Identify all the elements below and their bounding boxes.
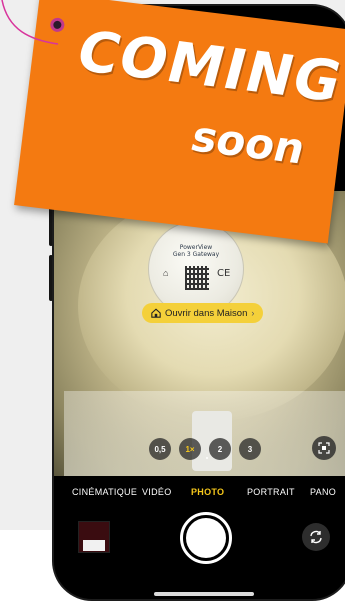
zoom-2-button[interactable]: 2 [209,438,231,460]
banner-line-2: soon [186,111,311,174]
mode-video[interactable]: VIDÉO [142,487,172,497]
mode-photo[interactable]: PHOTO [191,487,224,497]
chevron-right-icon: › [251,308,255,318]
last-photo-thumbnail[interactable] [78,521,110,553]
mode-pano[interactable]: PANO [310,487,336,497]
text-scan-icon [318,442,330,454]
mode-portrait[interactable]: PORTRAIT [247,487,295,497]
zoom-selector: 0,5 1× 2 3 [149,438,261,460]
camera-flip-button[interactable] [302,523,330,551]
shutter-inner [186,518,226,558]
banner-line-1: COMING [69,19,345,116]
camera-flip-icon [310,530,322,544]
zoom-1x-button[interactable]: 1× [179,438,201,460]
device-title: PowerView Gen 3 Gateway [172,244,220,258]
home-indicator[interactable] [154,592,254,596]
mode-cinematic[interactable]: CINÉMATIQUE [72,487,137,497]
zoom-indicator-dot [206,457,208,459]
qr-code [185,266,209,290]
mode-selector: CINÉMATIQUE VIDÉO PHOTO PORTRAIT PANO [54,487,345,501]
home-icon [151,308,161,318]
shutter-button[interactable] [180,512,232,564]
camera-controls: CINÉMATIQUE VIDÉO PHOTO PORTRAIT PANO [54,476,345,599]
zoom-0-5-button[interactable]: 0,5 [149,438,171,460]
weee-bin-icon: ⌂ [163,268,169,278]
zoom-3-button[interactable]: 3 [239,438,261,460]
open-in-home-button[interactable]: Ouvrir dans Maison › [142,303,264,323]
text-scan-button[interactable] [312,436,336,460]
ce-mark: CE [217,268,231,279]
thumbnail-content [83,540,105,551]
open-in-home-label: Ouvrir dans Maison [165,307,248,319]
tag-string [1,0,59,45]
